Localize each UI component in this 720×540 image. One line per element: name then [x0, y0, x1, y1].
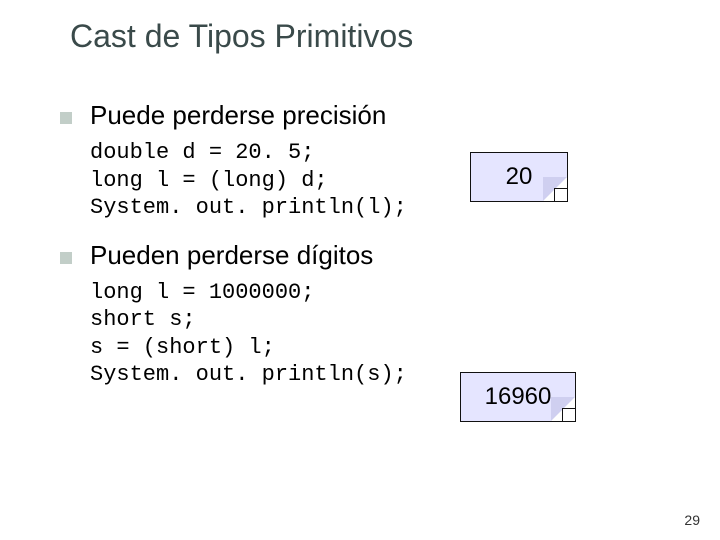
note-value-2: 16960: [485, 383, 552, 411]
slide-title: Cast de Tipos Primitivos: [70, 18, 413, 55]
page-number: 29: [684, 512, 700, 528]
bullet-icon: [60, 252, 72, 264]
note-fold-line: [554, 188, 567, 201]
note-fold-line: [562, 408, 575, 421]
bullet-heading-1: Puede perderse precisión: [90, 100, 386, 131]
bullet-icon: [60, 112, 72, 124]
slide: Cast de Tipos Primitivos Puede perderse …: [0, 0, 720, 540]
slide-body: Puede perderse precisión double d = 20. …: [60, 100, 660, 407]
note-value-1: 20: [506, 163, 533, 191]
bullet-row-1: Puede perderse precisión: [60, 100, 660, 131]
sticky-note-output-2: 16960: [460, 372, 576, 422]
sticky-note-output-1: 20: [470, 152, 568, 202]
code-block-1: double d = 20. 5; long l = (long) d; Sys…: [90, 139, 660, 222]
bullet-row-2: Pueden perderse dígitos: [60, 240, 660, 271]
bullet-heading-2: Pueden perderse dígitos: [90, 240, 373, 271]
